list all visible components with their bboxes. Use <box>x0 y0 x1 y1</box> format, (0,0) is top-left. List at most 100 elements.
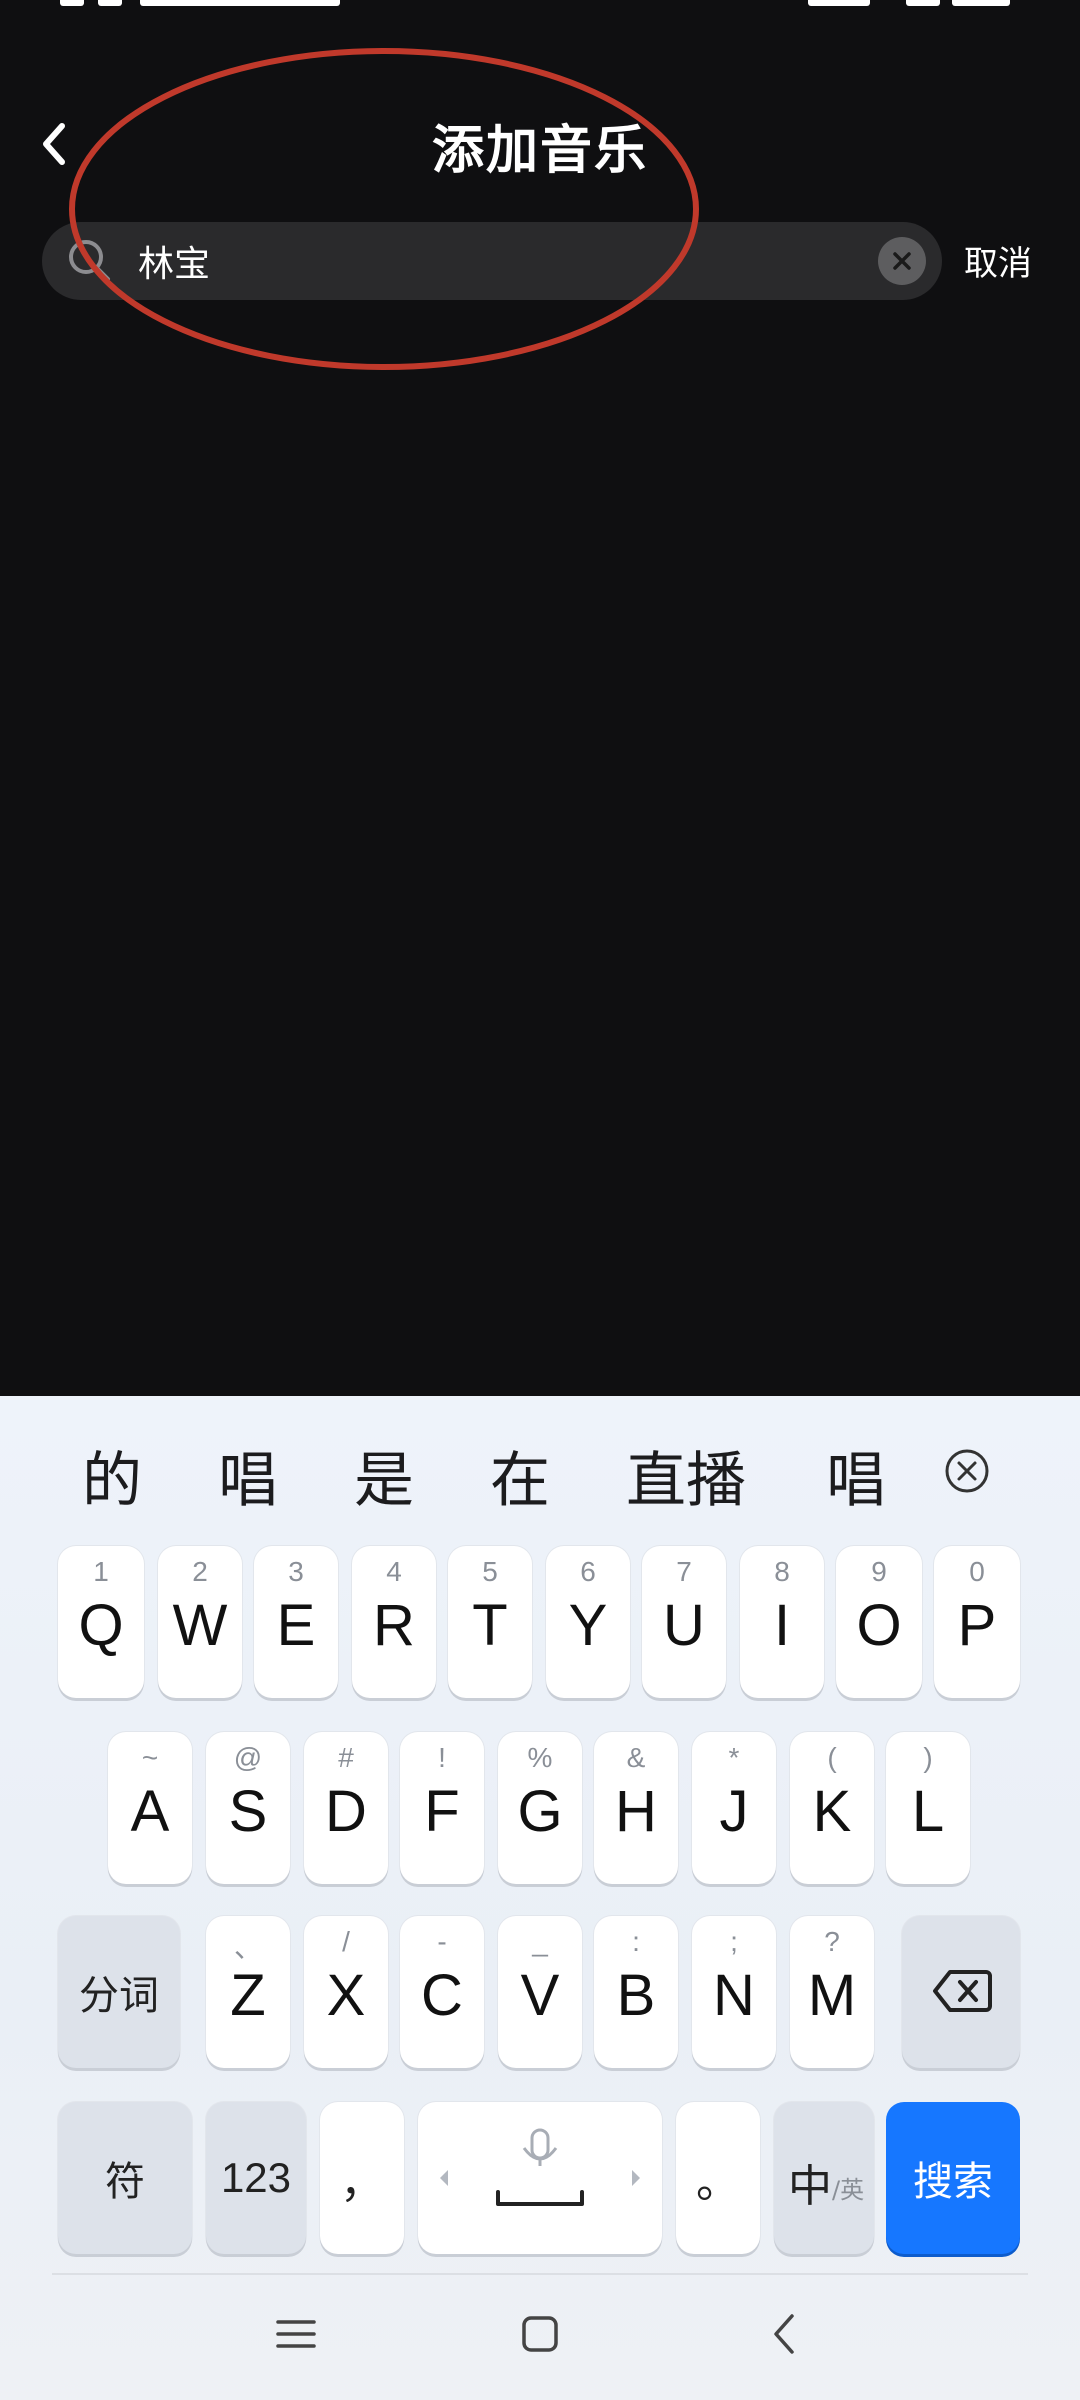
home-icon[interactable] <box>520 2314 560 2354</box>
key-label: S <box>228 1779 268 1844</box>
key-secondary: ? <box>824 1926 840 1957</box>
key-label: 搜索 <box>913 2159 993 2205</box>
candidate-word[interactable]: 唱 <box>826 1432 900 1519</box>
key-secondary: ! <box>438 1742 446 1773</box>
key-x[interactable]: / X <box>304 1916 388 2068</box>
key-a[interactable]: ~ A <box>108 1732 192 1884</box>
search-icon <box>69 240 110 281</box>
key-label: Z <box>230 1963 266 2028</box>
status-icon <box>98 0 122 6</box>
candidate-word[interactable]: 是 <box>354 1432 414 1519</box>
key-label: 。 <box>696 2157 740 2208</box>
key-secondary: 5 <box>482 1556 498 1587</box>
key-o[interactable]: 9 O <box>836 1546 922 1698</box>
annotation-ellipse <box>69 48 699 370</box>
space-bar-icon <box>440 2128 640 2206</box>
search-input[interactable] <box>138 222 878 300</box>
period-key[interactable]: 。 <box>676 2102 760 2254</box>
key-k[interactable]: ( K <box>790 1732 874 1884</box>
key-label: ， <box>340 2157 384 2208</box>
candidate-word[interactable]: 唱 <box>218 1432 278 1519</box>
key-label: R <box>373 1593 415 1658</box>
key-g[interactable]: % G <box>498 1732 582 1884</box>
key-y[interactable]: 6 Y <box>546 1546 630 1698</box>
navigation-bar <box>0 2276 1080 2400</box>
key-m[interactable]: ? M <box>790 1916 874 2068</box>
key-label: O <box>856 1593 902 1658</box>
key-secondary: @ <box>233 1742 263 1773</box>
key-secondary: ~ <box>141 1742 159 1773</box>
candidate-word[interactable]: 直播 <box>626 1432 746 1519</box>
nav-divider <box>52 2273 1028 2275</box>
key-label: Y <box>568 1593 608 1658</box>
key-w[interactable]: 2 W <box>158 1546 242 1698</box>
nav-back-icon[interactable] <box>764 2312 804 2356</box>
page-title: 添加音乐 <box>431 121 648 181</box>
key-f[interactable]: ! F <box>400 1732 484 1884</box>
backspace-icon <box>933 1970 992 2012</box>
language-switch-key[interactable]: 中 /英 <box>774 2102 874 2254</box>
key-label: K <box>812 1779 852 1844</box>
candidate-word[interactable]: 的 <box>82 1432 142 1519</box>
key-p[interactable]: 0 P <box>934 1546 1020 1698</box>
status-icon <box>60 0 84 6</box>
key-u[interactable]: 7 U <box>642 1546 726 1698</box>
key-secondary: # <box>338 1742 354 1773</box>
wifi-icon <box>906 0 940 6</box>
key-label: U <box>663 1593 705 1658</box>
search-box[interactable] <box>42 222 942 300</box>
key-secondary: ) <box>923 1742 933 1773</box>
key-secondary: 1 <box>93 1556 109 1587</box>
clear-search-button[interactable] <box>878 237 926 285</box>
symbols-key[interactable]: 符 <box>58 2102 192 2254</box>
key-label: 中 <box>788 2161 832 2212</box>
key-secondary: _ <box>532 1926 548 1957</box>
comma-key[interactable]: ， <box>320 2102 404 2254</box>
key-t[interactable]: 5 T <box>448 1546 532 1698</box>
key-secondary: / <box>342 1926 350 1957</box>
segment-key[interactable]: 分词 <box>58 1916 180 2068</box>
backspace-key[interactable] <box>902 1916 1020 2068</box>
status-text <box>140 0 340 6</box>
key-secondary: 、 <box>233 1932 262 1963</box>
key-c[interactable]: - C <box>400 1916 484 2068</box>
search-key[interactable]: 搜索 <box>886 2102 1020 2254</box>
key-r[interactable]: 4 R <box>352 1546 436 1698</box>
key-v[interactable]: _ V <box>498 1916 582 2068</box>
key-secondary: 4 <box>386 1556 402 1587</box>
candidate-word[interactable]: 在 <box>490 1432 550 1519</box>
keyboard: 的 唱 是 在 直播 唱 1 Q 2 W 3 E 4 R 5 T 6 Y 7 U <box>0 1396 1080 2400</box>
key-label: W <box>172 1593 228 1658</box>
key-e[interactable]: 3 E <box>254 1546 338 1698</box>
key-j[interactable]: * J <box>692 1732 776 1884</box>
key-s[interactable]: @ S <box>206 1732 290 1884</box>
key-label: P <box>957 1593 997 1658</box>
key-d[interactable]: # D <box>304 1732 388 1884</box>
key-l[interactable]: ) L <box>886 1732 970 1884</box>
key-b[interactable]: : B <box>594 1916 678 2068</box>
key-label: G <box>517 1779 563 1844</box>
key-secondary: ( <box>827 1742 837 1773</box>
key-label: X <box>326 1963 366 2028</box>
key-secondary: * <box>728 1742 740 1773</box>
numbers-key[interactable]: 123 <box>206 2102 306 2254</box>
key-q[interactable]: 1 Q <box>58 1546 144 1698</box>
candidate-bar: 的 唱 是 在 直播 唱 <box>0 1396 1080 1536</box>
key-n[interactable]: ; N <box>692 1916 776 2068</box>
cancel-button[interactable]: 取消 <box>964 236 1032 285</box>
key-label: A <box>130 1779 170 1844</box>
key-secondary: & <box>626 1742 646 1773</box>
key-label: M <box>807 1963 857 2028</box>
key-secondary: 6 <box>580 1556 596 1587</box>
key-label: T <box>472 1593 508 1658</box>
key-label: Q <box>78 1593 124 1658</box>
close-icon <box>893 252 911 270</box>
space-key[interactable] <box>418 2102 662 2254</box>
key-i[interactable]: 8 I <box>740 1546 824 1698</box>
key-secondary: 0 <box>969 1556 985 1587</box>
key-h[interactable]: & H <box>594 1732 678 1884</box>
key-secondary: 7 <box>676 1556 692 1587</box>
menu-icon[interactable] <box>276 2314 316 2354</box>
key-z[interactable]: 、 Z <box>206 1916 290 2068</box>
close-candidates-icon[interactable] <box>944 1448 990 1494</box>
